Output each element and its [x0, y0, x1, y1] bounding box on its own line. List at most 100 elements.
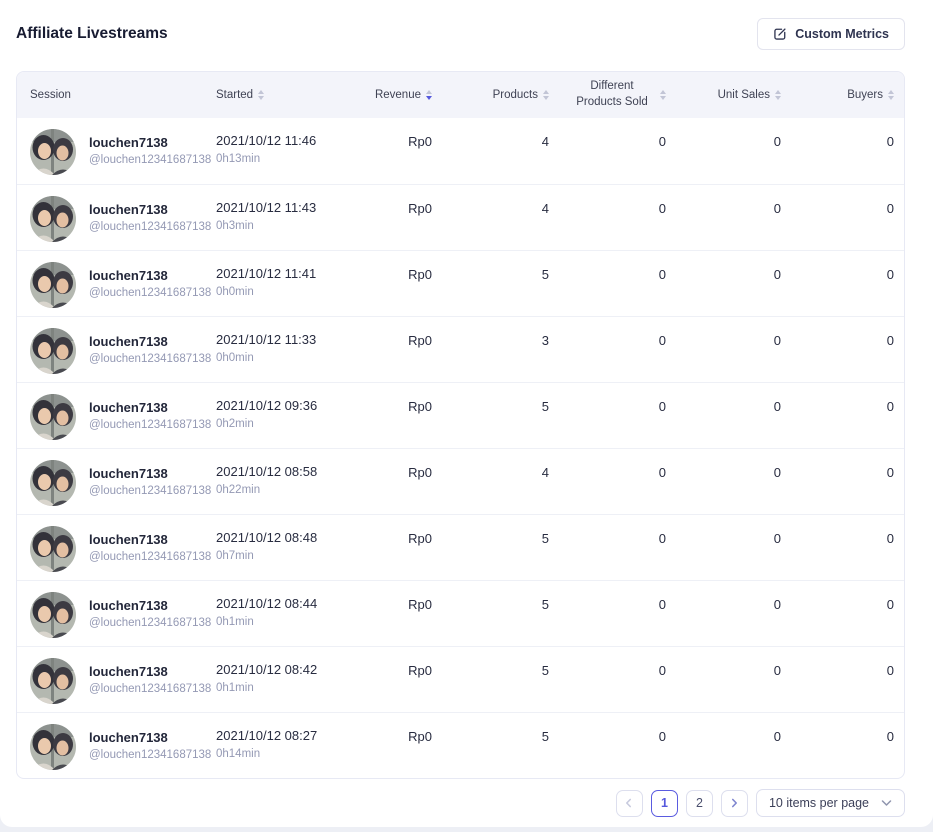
products-value: 4 [432, 184, 549, 250]
products-value: 5 [432, 646, 549, 712]
started-datetime: 2021/10/12 08:44 [216, 596, 368, 611]
table-row[interactable]: louchen7138 @louchen12341687138 2021/10/… [17, 514, 904, 580]
session-avatar [30, 724, 76, 770]
prev-page-button[interactable] [616, 790, 643, 817]
different-products-sold-value: 0 [549, 316, 666, 382]
buyers-value: 0 [781, 448, 904, 514]
column-header-unit-sales[interactable]: Unit Sales [666, 72, 781, 118]
livestreams-table: Session Started Revenue Products [17, 72, 904, 778]
session-handle: @louchen12341687138 [89, 485, 211, 497]
table-row[interactable]: louchen7138 @louchen12341687138 2021/10/… [17, 184, 904, 250]
stream-duration: 0h2min [216, 418, 368, 430]
page-2-button[interactable]: 2 [686, 790, 713, 817]
buyers-value: 0 [781, 250, 904, 316]
buyers-value: 0 [781, 712, 904, 778]
started-datetime: 2021/10/12 08:42 [216, 662, 368, 677]
started-datetime: 2021/10/12 09:36 [216, 398, 368, 413]
topbar: Affiliate Livestreams Custom Metrics [0, 0, 933, 50]
session-username: louchen7138 [89, 334, 211, 349]
unit-sales-value: 0 [666, 514, 781, 580]
session-avatar [30, 328, 76, 374]
revenue-value: Rp0 [368, 646, 432, 712]
session-username: louchen7138 [89, 135, 211, 150]
unit-sales-value: 0 [666, 184, 781, 250]
unit-sales-value: 0 [666, 118, 781, 184]
table-header-row: Session Started Revenue Products [17, 72, 904, 118]
session-username: louchen7138 [89, 598, 211, 613]
table-row[interactable]: louchen7138 @louchen12341687138 2021/10/… [17, 118, 904, 184]
session-handle: @louchen12341687138 [89, 353, 211, 365]
session-cell: louchen7138 @louchen12341687138 [30, 196, 216, 242]
page-1-button[interactable]: 1 [651, 790, 678, 817]
unit-sales-value: 0 [666, 250, 781, 316]
stream-duration: 0h13min [216, 153, 368, 165]
stream-duration: 0h22min [216, 484, 368, 496]
revenue-value: Rp0 [368, 250, 432, 316]
session-handle: @louchen12341687138 [89, 683, 211, 695]
table-row[interactable]: louchen7138 @louchen12341687138 2021/10/… [17, 250, 904, 316]
session-handle: @louchen12341687138 [89, 749, 211, 761]
next-page-button[interactable] [721, 790, 748, 817]
livestreams-table-card: Session Started Revenue Products [16, 71, 905, 779]
session-cell: louchen7138 @louchen12341687138 [30, 129, 216, 175]
different-products-sold-value: 0 [549, 382, 666, 448]
table-row[interactable]: louchen7138 @louchen12341687138 2021/10/… [17, 382, 904, 448]
unit-sales-value: 0 [666, 712, 781, 778]
table-row[interactable]: louchen7138 @louchen12341687138 2021/10/… [17, 580, 904, 646]
products-value: 5 [432, 250, 549, 316]
chevron-left-icon [624, 798, 634, 808]
products-value: 3 [432, 316, 549, 382]
session-avatar [30, 196, 76, 242]
custom-metrics-button[interactable]: Custom Metrics [757, 18, 905, 50]
unit-sales-value: 0 [666, 580, 781, 646]
session-cell: louchen7138 @louchen12341687138 [30, 658, 216, 704]
session-handle: @louchen12341687138 [89, 154, 211, 166]
stream-duration: 0h3min [216, 220, 368, 232]
column-label: Session [30, 89, 71, 101]
session-username: louchen7138 [89, 664, 211, 679]
page-title: Affiliate Livestreams [16, 25, 168, 43]
products-value: 4 [432, 448, 549, 514]
stream-duration: 0h14min [216, 748, 368, 760]
different-products-sold-value: 0 [549, 712, 666, 778]
unit-sales-value: 0 [666, 316, 781, 382]
revenue-value: Rp0 [368, 382, 432, 448]
table-row[interactable]: louchen7138 @louchen12341687138 2021/10/… [17, 712, 904, 778]
table-row[interactable]: louchen7138 @louchen12341687138 2021/10/… [17, 646, 904, 712]
session-cell: louchen7138 @louchen12341687138 [30, 724, 216, 770]
column-header-started[interactable]: Started [216, 72, 368, 118]
started-datetime: 2021/10/12 11:43 [216, 200, 368, 215]
different-products-sold-value: 0 [549, 646, 666, 712]
table-row[interactable]: louchen7138 @louchen12341687138 2021/10/… [17, 316, 904, 382]
started-datetime: 2021/10/12 08:27 [216, 728, 368, 743]
column-label: Started [216, 89, 253, 101]
pagination: 1 2 10 items per page [0, 789, 905, 817]
session-cell: louchen7138 @louchen12341687138 [30, 592, 216, 638]
column-header-buyers[interactable]: Buyers [781, 72, 904, 118]
sort-icon [888, 90, 894, 100]
session-handle: @louchen12341687138 [89, 287, 211, 299]
session-cell: louchen7138 @louchen12341687138 [30, 262, 216, 308]
different-products-sold-value: 0 [549, 448, 666, 514]
session-handle: @louchen12341687138 [89, 419, 211, 431]
session-avatar [30, 658, 76, 704]
buyers-value: 0 [781, 316, 904, 382]
buyers-value: 0 [781, 184, 904, 250]
stream-duration: 0h1min [216, 682, 368, 694]
revenue-value: Rp0 [368, 448, 432, 514]
column-header-revenue[interactable]: Revenue [368, 72, 432, 118]
session-username: louchen7138 [89, 400, 211, 415]
session-username: louchen7138 [89, 202, 211, 217]
session-username: louchen7138 [89, 466, 211, 481]
items-per-page-select[interactable]: 10 items per page [756, 789, 905, 817]
column-header-different-products-sold[interactable]: Different Products Sold [549, 72, 666, 118]
table-row[interactable]: louchen7138 @louchen12341687138 2021/10/… [17, 448, 904, 514]
different-products-sold-value: 0 [549, 580, 666, 646]
revenue-value: Rp0 [368, 118, 432, 184]
column-label: Revenue [375, 89, 421, 101]
started-datetime: 2021/10/12 08:58 [216, 464, 368, 479]
column-header-products[interactable]: Products [432, 72, 549, 118]
unit-sales-value: 0 [666, 448, 781, 514]
session-cell: louchen7138 @louchen12341687138 [30, 328, 216, 374]
different-products-sold-value: 0 [549, 250, 666, 316]
